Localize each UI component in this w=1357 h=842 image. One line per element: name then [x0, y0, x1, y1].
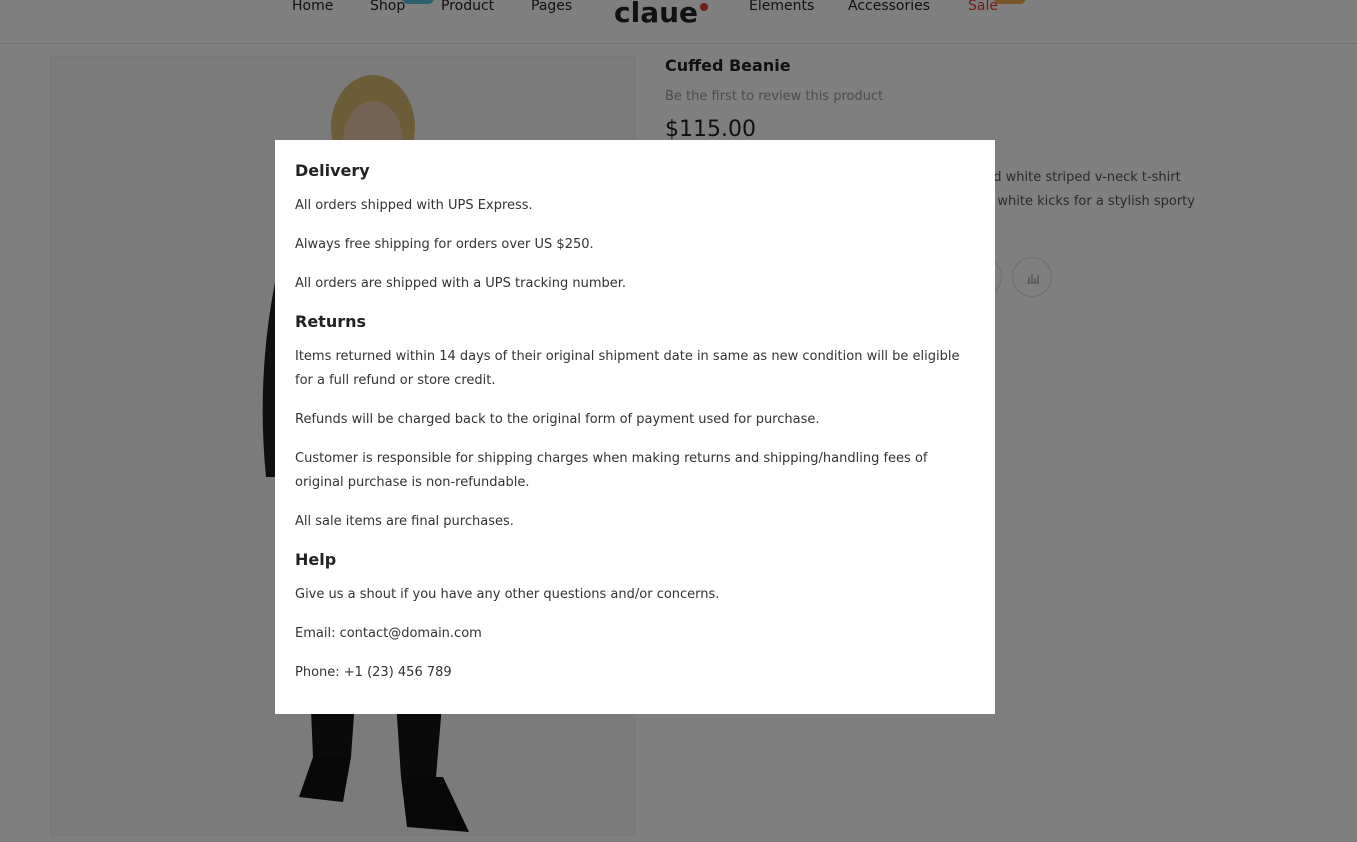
help-heading: Help — [295, 550, 337, 569]
returns-text-4: All sale items are final purchases. — [295, 514, 514, 529]
help-text-1: Give us a shout if you have any other qu… — [295, 587, 720, 602]
delivery-heading: Delivery — [295, 161, 370, 180]
shipping-info-modal: Delivery All orders shipped with UPS Exp… — [275, 140, 995, 714]
delivery-text-2: Always free shipping for orders over US … — [295, 237, 594, 252]
returns-text-3: Customer is responsible for shipping cha… — [295, 451, 928, 490]
returns-heading: Returns — [295, 312, 367, 331]
help-email[interactable]: Email: contact@domain.com — [295, 622, 975, 646]
delivery-text-3: All orders are shipped with a UPS tracki… — [295, 276, 627, 291]
returns-text-1: Items returned within 14 days of their o… — [295, 349, 960, 388]
returns-text-2: Refunds will be charged back to the orig… — [295, 412, 820, 427]
help-phone[interactable]: Phone: +1 (23) 456 789 — [295, 661, 975, 685]
delivery-text-1: All orders shipped with UPS Express. — [295, 198, 533, 213]
